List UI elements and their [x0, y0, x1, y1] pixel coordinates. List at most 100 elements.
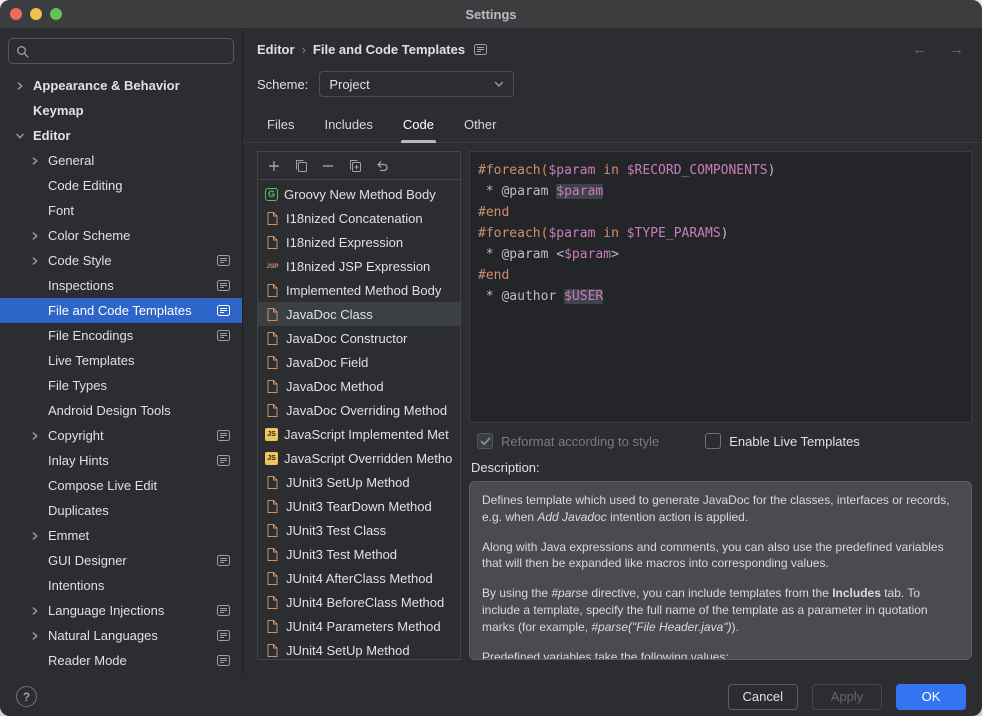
- sidebar-item-font[interactable]: Font: [0, 198, 242, 223]
- template-item-junit4-setup-method[interactable]: JUnit4 SetUp Method: [258, 638, 460, 659]
- sidebar-item-emmet[interactable]: Emmet: [0, 523, 242, 548]
- template-item-javadoc-constructor[interactable]: JavaDoc Constructor: [258, 326, 460, 350]
- template-item-label: JUnit3 SetUp Method: [286, 475, 410, 490]
- template-item-junit4-beforeclass-method[interactable]: JUnit4 BeforeClass Method: [258, 590, 460, 614]
- chevron-right-icon[interactable]: [31, 432, 48, 440]
- code-line: #end: [478, 202, 963, 223]
- reformat-according-to-style-checkbox[interactable]: Reformat according to style: [477, 433, 659, 449]
- sidebar-item-inspections[interactable]: Inspections: [0, 273, 242, 298]
- enable-live-templates-checkbox[interactable]: Enable Live Templates: [705, 433, 860, 449]
- sidebar-item-duplicates[interactable]: Duplicates: [0, 498, 242, 523]
- sidebar-item-compose-live-edit[interactable]: Compose Live Edit: [0, 473, 242, 498]
- sidebar-item-file-types[interactable]: File Types: [0, 373, 242, 398]
- chevron-down-icon[interactable]: [16, 132, 33, 140]
- tab-files[interactable]: Files: [265, 107, 296, 142]
- copy-icon[interactable]: [290, 155, 312, 177]
- template-item-junit3-test-method[interactable]: JUnit3 Test Method: [258, 542, 460, 566]
- chevron-right-icon[interactable]: [31, 257, 48, 265]
- add-icon[interactable]: [263, 155, 285, 177]
- code-line: #foreach($param in $TYPE_PARAMS): [478, 223, 963, 244]
- sidebar-item-android-design-tools[interactable]: Android Design Tools: [0, 398, 242, 423]
- page-header: Editor › File and Code Templates ← →: [243, 28, 982, 63]
- template-item-label: JUnit3 Test Method: [286, 547, 397, 562]
- template-code-editor[interactable]: #foreach($param in $RECORD_COMPONENTS) *…: [469, 151, 972, 423]
- sidebar-item-keymap[interactable]: Keymap: [0, 98, 242, 123]
- template-item-label: JUnit4 Parameters Method: [286, 619, 441, 634]
- sidebar-item-label: Font: [48, 203, 74, 218]
- help-button[interactable]: ?: [16, 686, 37, 707]
- ok-button[interactable]: OK: [896, 684, 966, 710]
- sidebar-item-code-editing[interactable]: Code Editing: [0, 173, 242, 198]
- sidebar-item-code-style[interactable]: Code Style: [0, 248, 242, 273]
- sidebar-item-intentions[interactable]: Intentions: [0, 573, 242, 598]
- chevron-down-icon: [494, 81, 504, 88]
- footer-buttons: Cancel Apply OK: [728, 684, 966, 710]
- description-paragraph: Along with Java expressions and comments…: [482, 539, 959, 573]
- sidebar-item-reader-mode[interactable]: Reader Mode: [0, 648, 242, 673]
- tab-includes[interactable]: Includes: [322, 107, 374, 142]
- template-item-javadoc-method[interactable]: JavaDoc Method: [258, 374, 460, 398]
- chevron-right-icon[interactable]: [16, 82, 33, 90]
- template-item-junit4-parameters-method[interactable]: JUnit4 Parameters Method: [258, 614, 460, 638]
- template-item-i18nized-concatenation[interactable]: I18nized Concatenation: [258, 206, 460, 230]
- template-item-i18nized-jsp-expression[interactable]: JSPI18nized JSP Expression: [258, 254, 460, 278]
- screen-icon: [217, 430, 230, 441]
- chevron-right-icon[interactable]: [31, 532, 48, 540]
- revert-icon[interactable]: [371, 155, 393, 177]
- breadcrumb-editor[interactable]: Editor: [257, 42, 295, 57]
- remove-icon[interactable]: [317, 155, 339, 177]
- chevron-right-icon[interactable]: [31, 607, 48, 615]
- template-item-javadoc-overriding-method[interactable]: JavaDoc Overriding Method: [258, 398, 460, 422]
- settings-search-input[interactable]: [34, 44, 226, 59]
- sidebar-item-editor[interactable]: Editor: [0, 123, 242, 148]
- back-arrow-icon[interactable]: ←: [912, 41, 927, 58]
- sidebar-item-appearance-behavior[interactable]: Appearance & Behavior: [0, 73, 242, 98]
- template-item-i18nized-expression[interactable]: I18nized Expression: [258, 230, 460, 254]
- description-panel[interactable]: Defines template which used to generate …: [469, 481, 972, 660]
- apply-button[interactable]: Apply: [812, 684, 882, 710]
- forward-arrow-icon[interactable]: →: [949, 41, 964, 58]
- settings-sidebar: Appearance & BehaviorKeymapEditorGeneral…: [0, 28, 243, 676]
- sidebar-item-file-encodings[interactable]: File Encodings: [0, 323, 242, 348]
- chevron-right-icon[interactable]: [31, 632, 48, 640]
- template-item-groovy-new-method-body[interactable]: GGroovy New Method Body: [258, 182, 460, 206]
- tab-code[interactable]: Code: [401, 107, 436, 142]
- sidebar-item-gui-designer[interactable]: GUI Designer: [0, 548, 242, 573]
- template-item-junit3-test-class[interactable]: JUnit3 Test Class: [258, 518, 460, 542]
- template-item-javadoc-class[interactable]: JavaDoc Class: [258, 302, 460, 326]
- template-item-junit3-setup-method[interactable]: JUnit3 SetUp Method: [258, 470, 460, 494]
- sidebar-item-general[interactable]: General: [0, 148, 242, 173]
- template-file-icon: [265, 403, 280, 417]
- zoom-window-button[interactable]: [50, 8, 62, 20]
- template-item-javadoc-field[interactable]: JavaDoc Field: [258, 350, 460, 374]
- template-file-icon: [265, 595, 280, 609]
- template-item-javascript-overridden-metho[interactable]: JSJavaScript Overridden Metho: [258, 446, 460, 470]
- template-tabs: Files Includes Code Other: [243, 107, 982, 143]
- scheme-row: Scheme: Project: [243, 63, 982, 107]
- sidebar-item-live-templates[interactable]: Live Templates: [0, 348, 242, 373]
- sidebar-item-copyright[interactable]: Copyright: [0, 423, 242, 448]
- sidebar-item-label: Color Scheme: [48, 228, 130, 243]
- scheme-dropdown[interactable]: Project: [319, 71, 514, 97]
- sidebar-item-language-injections[interactable]: Language Injections: [0, 598, 242, 623]
- sidebar-item-color-scheme[interactable]: Color Scheme: [0, 223, 242, 248]
- settings-search[interactable]: [8, 38, 234, 64]
- template-item-junit3-teardown-method[interactable]: JUnit3 TearDown Method: [258, 494, 460, 518]
- chevron-right-icon[interactable]: [31, 157, 48, 165]
- template-item-implemented-method-body[interactable]: Implemented Method Body: [258, 278, 460, 302]
- close-window-button[interactable]: [10, 8, 22, 20]
- sidebar-item-natural-languages[interactable]: Natural Languages: [0, 623, 242, 648]
- tab-other[interactable]: Other: [462, 107, 499, 142]
- sidebar-item-file-and-code-templates[interactable]: File and Code Templates: [0, 298, 242, 323]
- sidebar-item-inlay-hints[interactable]: Inlay Hints: [0, 448, 242, 473]
- template-item-junit4-afterclass-method[interactable]: JUnit4 AfterClass Method: [258, 566, 460, 590]
- template-file-icon: [265, 355, 280, 369]
- chevron-right-icon[interactable]: [31, 232, 48, 240]
- template-item-javascript-implemented-met[interactable]: JSJavaScript Implemented Met: [258, 422, 460, 446]
- code-line: #end: [478, 265, 963, 286]
- scheme-value: Project: [329, 77, 369, 92]
- scheme-label: Scheme:: [257, 77, 308, 92]
- minimize-window-button[interactable]: [30, 8, 42, 20]
- cancel-button[interactable]: Cancel: [728, 684, 798, 710]
- duplicate-icon[interactable]: [344, 155, 366, 177]
